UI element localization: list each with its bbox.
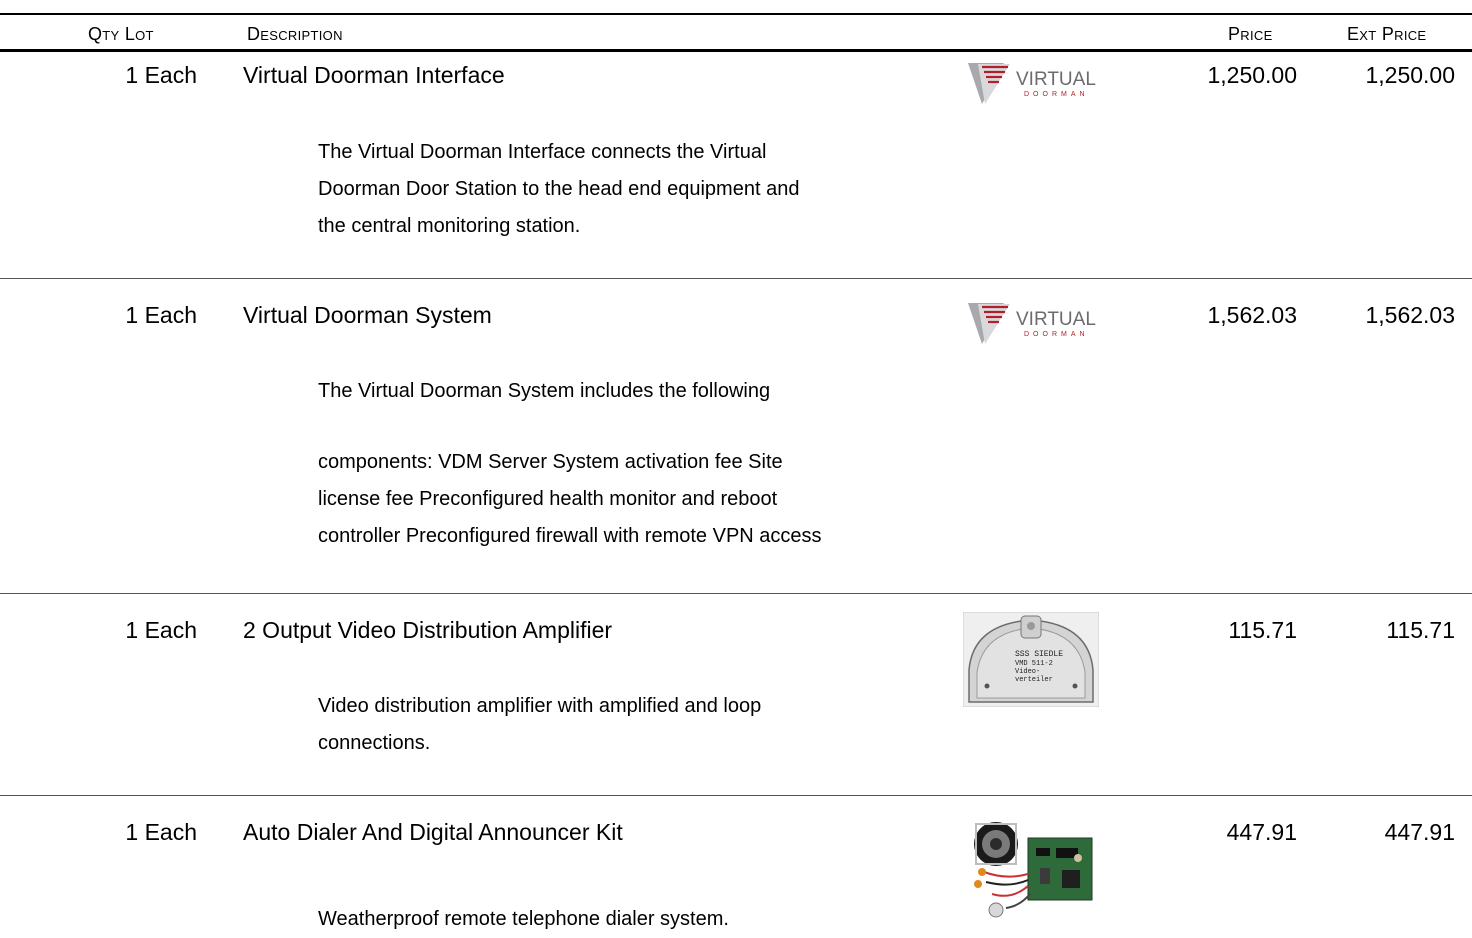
item-description: The Virtual Doorman System includes the … [318,373,770,410]
item-qty: 1 Each [125,617,197,643]
description-line: components: VDM Server System activation… [318,451,783,473]
item-name: Auto Dialer And Digital Announcer Kit [243,819,623,845]
item-ext-price: 115.71 [1386,617,1455,643]
description-line: Video distribution amplifier with amplif… [318,695,762,717]
auto-dialer-kit-photo [966,814,1096,918]
item-name: Virtual Doorman Interface [243,62,505,88]
item-ext-price: 1,250.00 [1365,62,1455,88]
item-qty: 1 Each [125,819,197,845]
row-separator [0,593,1472,594]
photo-label: Video- [1015,668,1040,676]
item-ext-price: 447.91 [1384,819,1455,845]
photo-label: SSS SIEDLE [1015,650,1063,659]
description-line: the central monitoring station. [318,215,581,237]
header-price: Price [1228,24,1273,44]
item-description: Weatherproof remote telephone dialer sys… [318,864,729,938]
description-line: Doorman Door Station to the head end equ… [318,178,800,200]
row-separator [0,795,1472,796]
item-qty: 1 Each [125,62,197,88]
item-qty: 1 Each [125,302,197,328]
header-bottom-rule [0,49,1472,52]
header-description: Description [247,24,343,44]
logo-wordmark: VIRTUAL [1016,69,1096,90]
logo-subtext: DOORMAN [1024,331,1089,338]
header-ext-price: Ext Price [1347,24,1427,44]
description-line: license fee Preconfigured health monitor… [318,488,778,510]
description-line: connections. [318,732,431,754]
siedle-amplifier-photo: SSS SIEDLE VMD 511-2 Video- verteiler [962,611,1100,708]
item-name: Virtual Doorman System [243,302,492,328]
header-top-rule [0,13,1472,15]
description-line: The Virtual Doorman Interface connects t… [318,141,767,163]
logo-subtext: DOORMAN [1024,91,1089,98]
item-description: Video distribution amplifier with amplif… [318,688,761,762]
virtual-doorman-logo: VIRTUAL DOORMAN [966,300,1098,346]
item-description: The Virtual Doorman Interface connects t… [318,134,799,245]
photo-label: verteiler [1015,676,1053,684]
description-line: The Virtual Doorman System includes the … [318,380,771,402]
item-price: 1,250.00 [1207,62,1297,88]
item-price: 1,562.03 [1207,302,1297,328]
item-name: 2 Output Video Distribution Amplifier [243,617,613,643]
item-description-continued: components: VDM Server System activation… [318,444,822,555]
photo-label: VMD 511-2 [1015,660,1053,668]
item-price: 447.91 [1226,819,1297,845]
header-qty-lot: Qty Lot [88,24,154,44]
logo-wordmark: VIRTUAL [1016,309,1096,330]
item-price: 115.71 [1228,617,1297,643]
virtual-doorman-logo: VIRTUAL DOORMAN [966,60,1098,106]
description-line: Weatherproof remote telephone dialer sys… [318,908,729,930]
item-ext-price: 1,562.03 [1365,302,1455,328]
row-separator [0,278,1472,279]
description-line: controller Preconfigured firewall with r… [318,525,822,547]
